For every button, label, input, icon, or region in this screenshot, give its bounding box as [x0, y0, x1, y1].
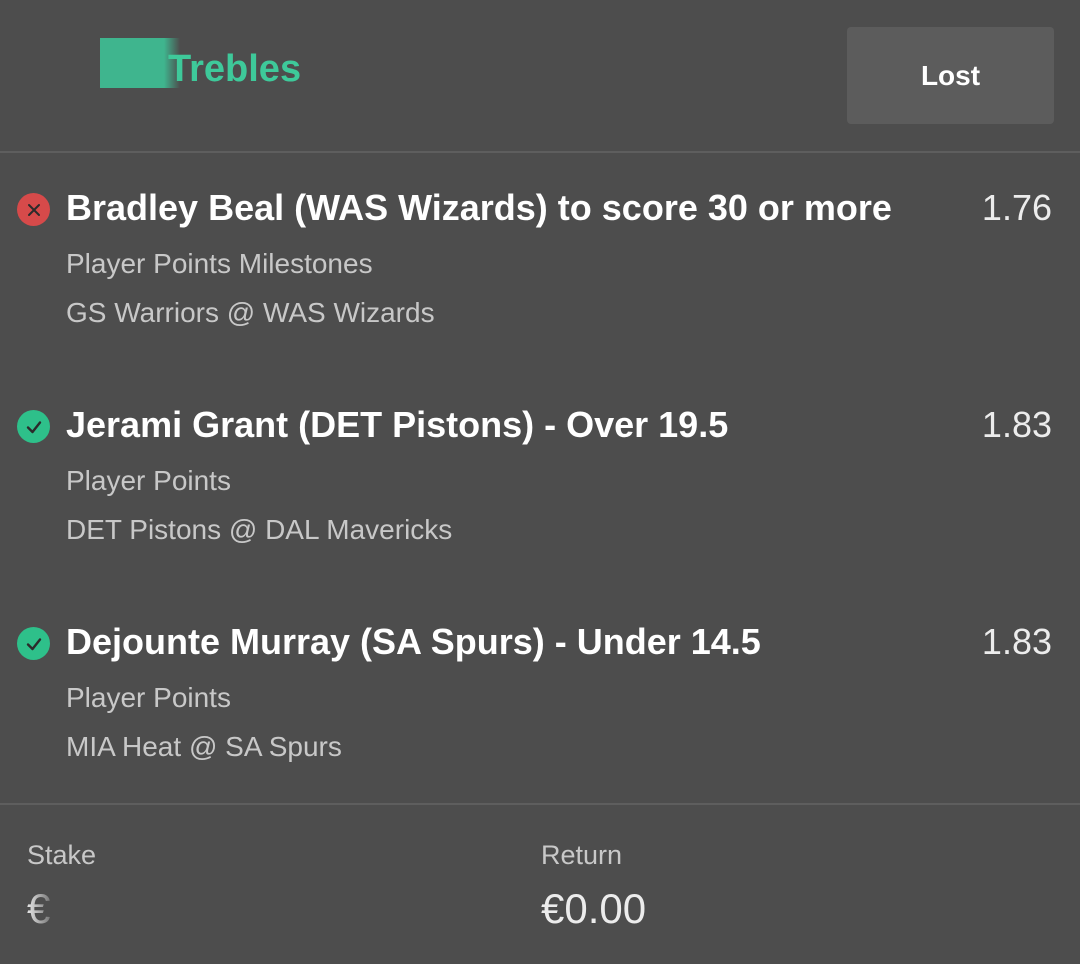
selection-item[interactable]: Dejounte Murray (SA Spurs) - Under 14.5 … — [0, 586, 1080, 766]
selection-item[interactable]: Bradley Beal (WAS Wizards) to score 30 o… — [0, 152, 1080, 332]
selection-item[interactable]: Jerami Grant (DET Pistons) - Over 19.5 1… — [0, 369, 1080, 549]
check-icon — [17, 627, 50, 660]
selection-market: Player Points — [66, 465, 231, 496]
selection-name: Jerami Grant (DET Pistons) - Over 19.5 — [66, 404, 729, 445]
selection-name: Bradley Beal (WAS Wizards) to score 30 o… — [66, 187, 892, 228]
selection-event: MIA Heat @ SA Spurs — [66, 731, 342, 762]
stake-label: Stake — [27, 840, 97, 870]
bet-header: Trebles Lost — [0, 0, 1080, 152]
selection-odds: 1.76 — [981, 187, 1052, 228]
bet-receipt: Trebles Lost Bradley Beal (WAS Wizards) … — [0, 0, 1080, 964]
return-value: €0.00 — [541, 885, 647, 932]
return-label: Return — [541, 840, 623, 870]
selection-market: Player Points — [66, 682, 231, 713]
bet-status-badge[interactable]: Lost — [847, 27, 1054, 124]
selection-name: Dejounte Murray (SA Spurs) - Under 14.5 — [66, 621, 761, 662]
bet-type-title: Trebles — [168, 48, 302, 90]
selection-event: DET Pistons @ DAL Mavericks — [66, 514, 453, 545]
selection-event: GS Warriors @ WAS Wizards — [66, 297, 435, 328]
check-icon — [17, 410, 50, 443]
redacted-block — [26, 885, 176, 935]
selection-odds: 1.83 — [981, 404, 1052, 445]
selection-odds: 1.83 — [981, 621, 1052, 662]
selection-market: Player Points Milestones — [66, 248, 373, 279]
footer-divider — [0, 803, 1080, 805]
lost-icon — [17, 193, 50, 226]
